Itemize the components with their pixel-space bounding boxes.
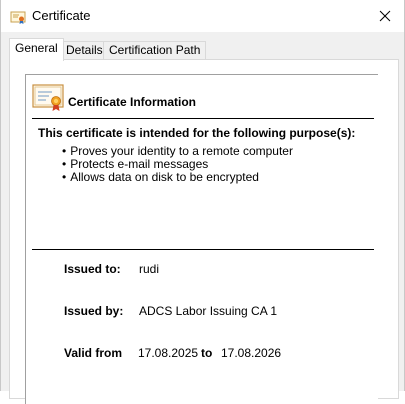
- certificate-icon: [10, 11, 26, 24]
- tab-general[interactable]: General: [9, 38, 64, 61]
- general-panel: Certificate Information This certificate…: [9, 59, 399, 404]
- purpose-list: Proves your identity to a remote compute…: [62, 145, 293, 184]
- issued-to-value: rudi: [139, 262, 160, 276]
- tab-details[interactable]: Details: [60, 41, 109, 60]
- valid-to-label: to: [201, 346, 213, 360]
- purpose-heading: This certificate is intended for the fol…: [38, 126, 356, 140]
- issued-by-label: Issued by:: [64, 304, 124, 318]
- divider: [32, 249, 374, 250]
- certificate-dialog: Certificate General Details Certificatio…: [0, 0, 405, 404]
- valid-from-label: Valid from: [64, 346, 123, 360]
- title-bar[interactable]: Certificate: [1, 0, 404, 32]
- list-item: Allows data on disk to be encrypted: [62, 171, 293, 184]
- divider: [32, 118, 374, 119]
- close-icon: [379, 10, 391, 22]
- certificate-icon: [32, 84, 64, 111]
- certificate-info-title: Certificate Information: [68, 95, 197, 109]
- issued-to-label: Issued to:: [64, 262, 121, 276]
- window-title: Certificate: [32, 8, 91, 23]
- valid-to-value: 17.08.2026: [221, 346, 282, 360]
- valid-from-value: 17.08.2025: [138, 346, 199, 360]
- tab-strip: General Details Certification Path: [9, 38, 399, 61]
- certificate-info-box: Certificate Information This certificate…: [25, 74, 378, 404]
- close-button[interactable]: [366, 0, 404, 32]
- tab-certification-path[interactable]: Certification Path: [103, 41, 207, 60]
- issued-by-value: ADCS Labor Issuing CA 1: [139, 304, 278, 318]
